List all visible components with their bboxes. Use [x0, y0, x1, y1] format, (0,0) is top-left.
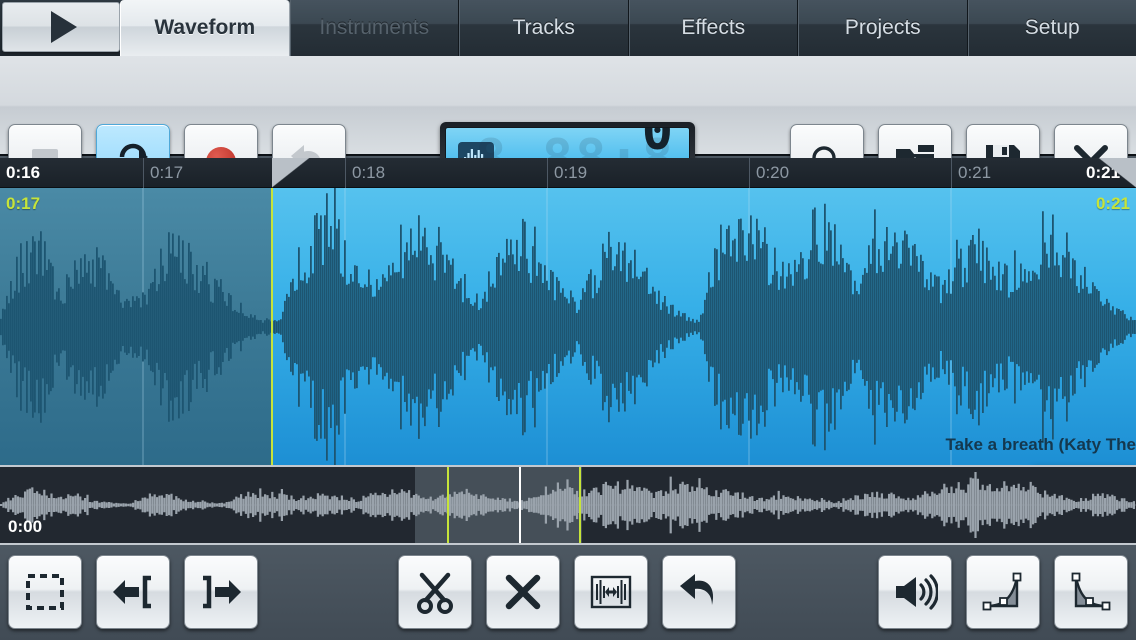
- play-icon: [51, 11, 77, 43]
- scissors-icon: [417, 572, 453, 614]
- tab-label: Projects: [844, 16, 921, 39]
- transport-toolbar: 8 88:8 0 19:5: [0, 56, 1136, 200]
- undo-arrow-icon: [680, 574, 714, 605]
- tab-effects[interactable]: Effects: [628, 0, 798, 56]
- audio-editor-window: Waveform Instruments Tracks Effects Proj…: [0, 0, 1136, 640]
- tab-label: Waveform: [154, 16, 256, 39]
- ruler-label: 0:21: [958, 163, 992, 182]
- ruler-label: 0:16: [6, 163, 41, 182]
- fade-out-curve-icon: [1071, 572, 1111, 611]
- ruler-tick: [547, 158, 548, 188]
- tab-label: Effects: [681, 16, 746, 39]
- ruler-tick: [951, 158, 952, 188]
- tab-instruments[interactable]: Instruments: [289, 0, 459, 56]
- speaker-icon: [896, 574, 938, 610]
- ruler-tick: [749, 158, 750, 188]
- dashed-rectangle-icon: [26, 574, 64, 610]
- tab-setup[interactable]: Setup: [967, 0, 1136, 56]
- delete-button[interactable]: [486, 555, 560, 629]
- timeline-ruler[interactable]: 0:16 0:17 0:18 0:19 0:20 0:21 0:21: [0, 158, 1136, 188]
- tab-label: Setup: [1024, 16, 1080, 39]
- waveform-canvas[interactable]: 0:17 0:21 Take a breath (Katy The: [0, 188, 1136, 465]
- selection-end-label: 0:21: [1095, 194, 1130, 213]
- trim-right-button[interactable]: [184, 555, 258, 629]
- fade-in-curve-icon: [982, 572, 1022, 611]
- edit-toolbar: [0, 545, 1136, 640]
- ruler-tick: [143, 158, 144, 188]
- arrow-left-bracket-icon: [113, 575, 151, 609]
- minimap-graphic: [0, 467, 1136, 543]
- ruler-label: 0:18: [352, 163, 386, 182]
- selection-end-handle[interactable]: [1098, 158, 1136, 188]
- tab-bar: Waveform Instruments Tracks Effects Proj…: [0, 0, 1136, 56]
- tab-tracks[interactable]: Tracks: [459, 0, 629, 56]
- selection-start-label: 0:17: [6, 194, 41, 213]
- trim-left-button[interactable]: [96, 555, 170, 629]
- minimap-start-label: 0:00: [8, 517, 43, 536]
- selection-start-handle[interactable]: [272, 158, 310, 188]
- tab-label: Instruments: [319, 16, 430, 39]
- volume-button[interactable]: [878, 555, 952, 629]
- overview-minimap[interactable]: 0:00: [0, 465, 1136, 545]
- clip-title-label: Take a breath (Katy The: [945, 435, 1136, 454]
- tab-label: Tracks: [512, 16, 575, 39]
- fade-in-button[interactable]: [966, 555, 1040, 629]
- tab-projects[interactable]: Projects: [798, 0, 968, 56]
- tab-waveform[interactable]: Waveform: [120, 0, 290, 56]
- bracket-arrow-right-icon: [203, 575, 241, 609]
- ruler-tick: [345, 158, 346, 188]
- fade-out-button[interactable]: [1054, 555, 1128, 629]
- cut-button[interactable]: [398, 555, 472, 629]
- close-x-icon: [505, 574, 541, 610]
- waveform-gap-icon: [590, 575, 632, 609]
- undo-button[interactable]: [662, 555, 736, 629]
- ruler-label: 0:19: [554, 163, 588, 182]
- insert-silence-button[interactable]: [574, 555, 648, 629]
- ruler-label: 0:17: [150, 163, 184, 182]
- ruler-label: 0:20: [756, 163, 790, 182]
- play-button[interactable]: [2, 2, 120, 52]
- waveform-graphic: [0, 188, 1136, 465]
- select-all-button[interactable]: [8, 555, 82, 629]
